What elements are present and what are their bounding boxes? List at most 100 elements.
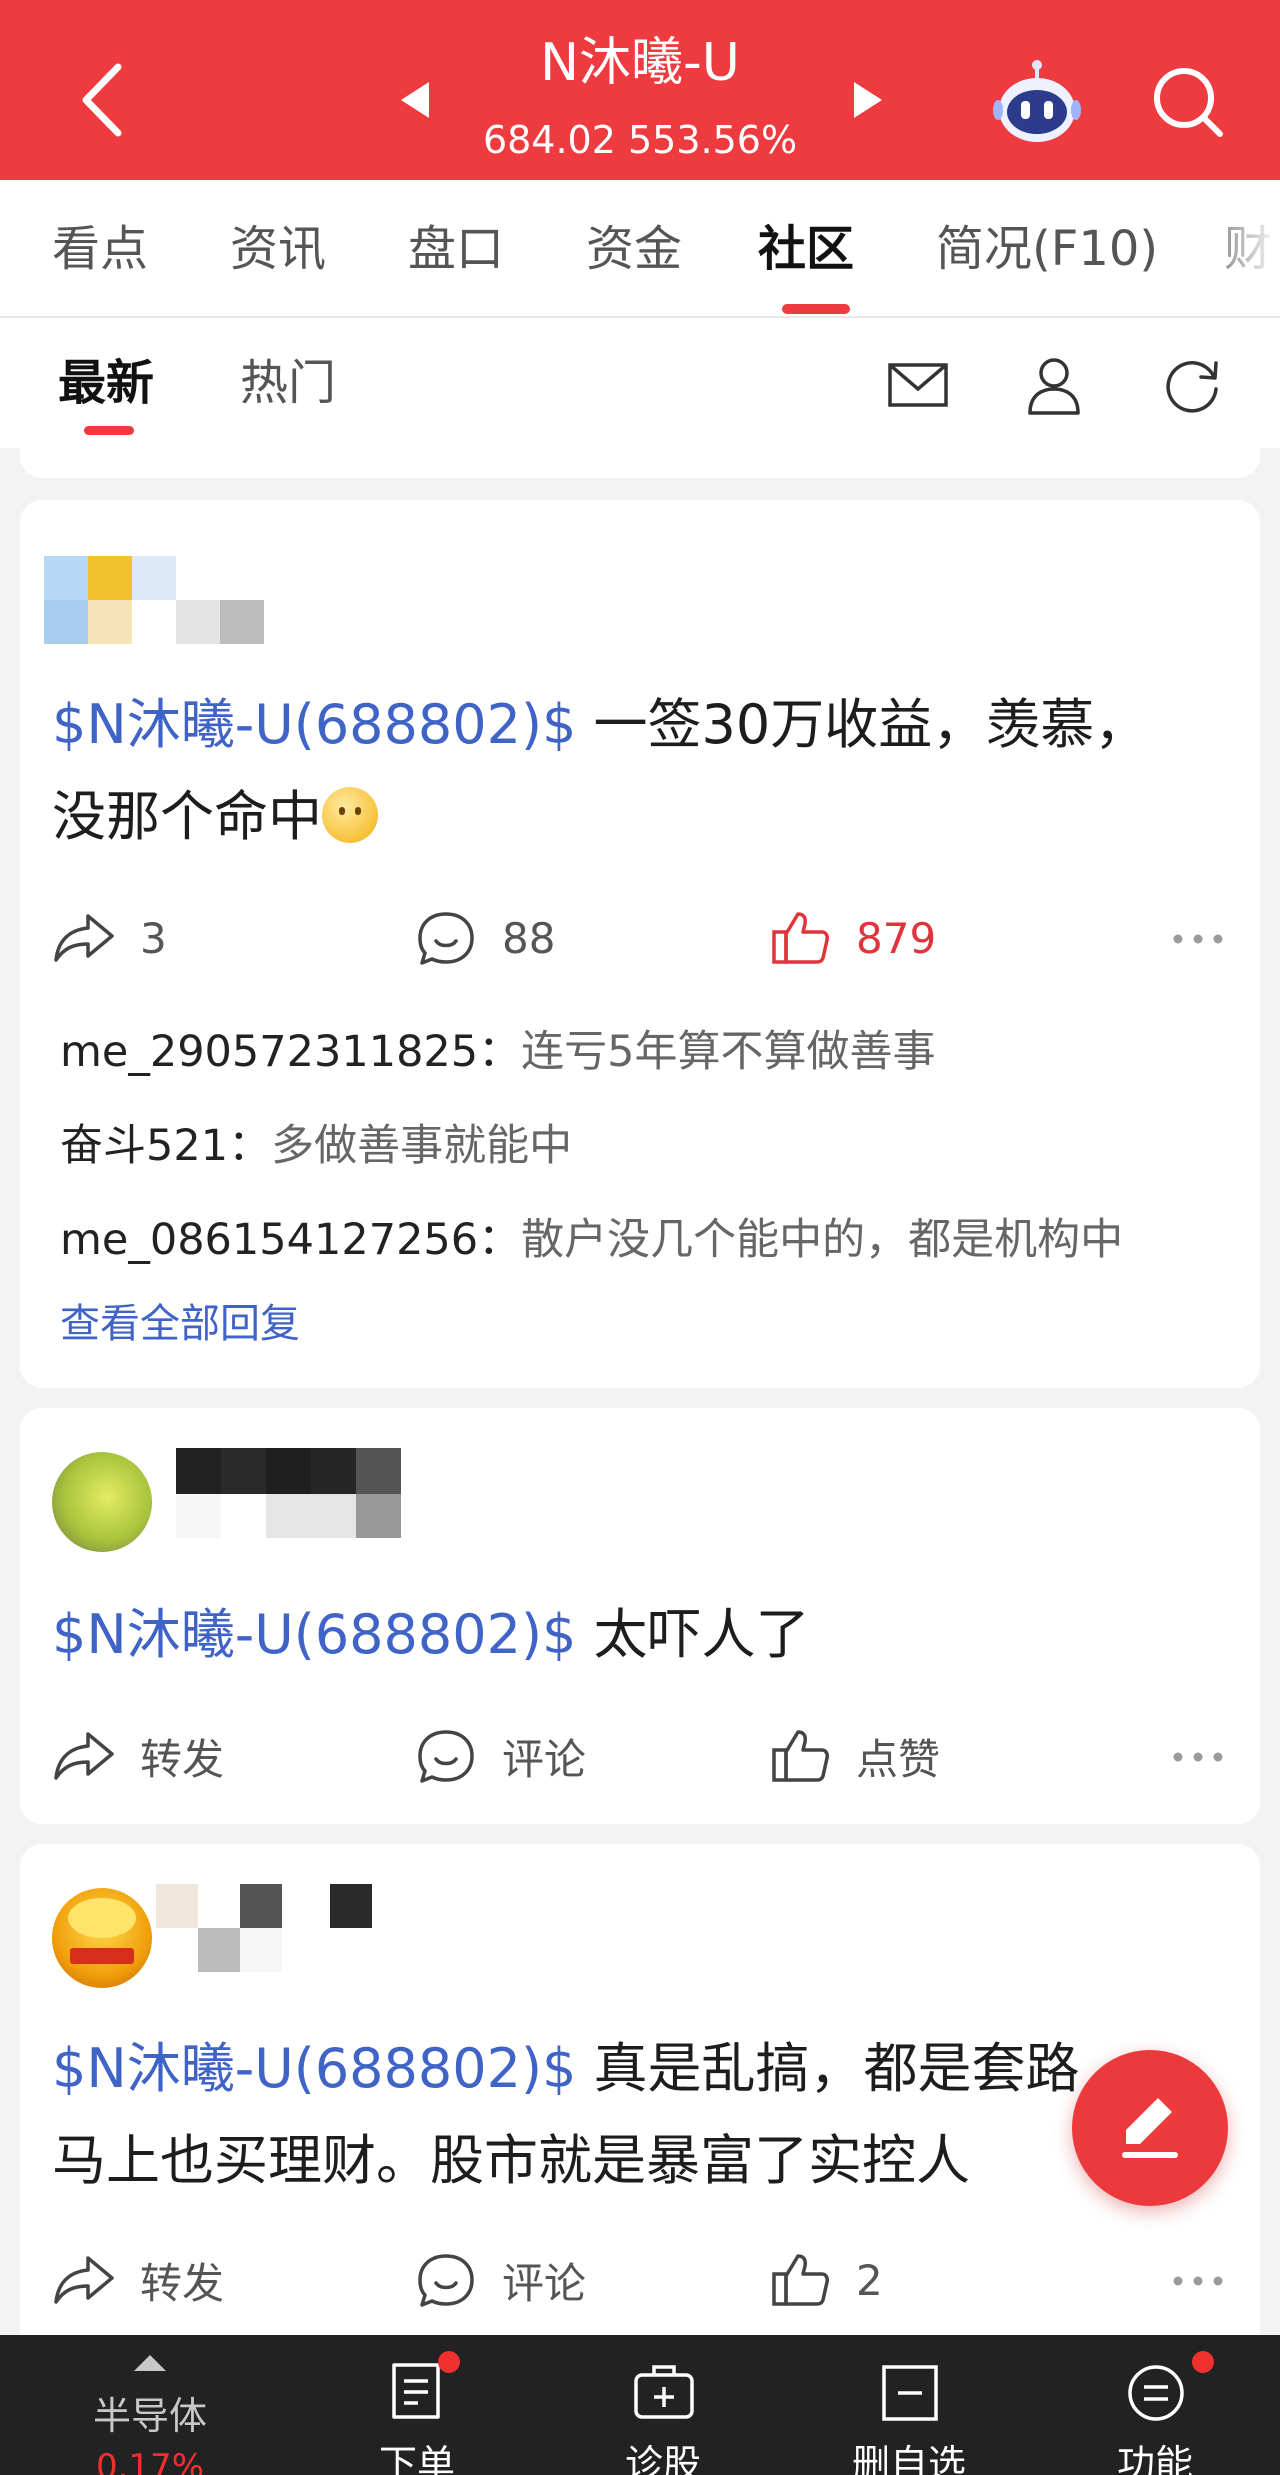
next-stock-button[interactable] (848, 78, 888, 122)
compose-post-button[interactable] (1072, 2050, 1228, 2206)
share-label: 转发 (140, 2258, 225, 2308)
pencil-icon (1122, 2098, 1178, 2158)
share-button[interactable]: 转发 (52, 2250, 224, 2310)
post-content-line2[interactable]: 没那个命中 (52, 772, 1202, 862)
notification-dot (1192, 2351, 1214, 2373)
post-text: 太吓人了 (576, 1603, 810, 1666)
user-icon (1028, 358, 1080, 415)
tab-news[interactable]: 资讯 (230, 218, 326, 280)
share-button[interactable]: 3 (52, 908, 167, 968)
post-text: 一签30万收益，羡慕， (576, 693, 1149, 756)
more-options-button[interactable] (1170, 1742, 1226, 1772)
comment-button[interactable]: 评论 (414, 2250, 586, 2310)
username-blurred (156, 1884, 396, 1976)
like-button[interactable]: 2 (768, 2250, 883, 2310)
tab-kandian[interactable]: 看点 (52, 218, 148, 280)
like-button[interactable]: 879 (768, 908, 936, 968)
remove-watchlist-button[interactable]: 删自选 (834, 2335, 984, 2475)
stock-mention-link[interactable]: $N沐曦-U(688802)$ (52, 1603, 576, 1666)
search-icon (1154, 68, 1223, 137)
stock-price-change: 684.02 553.56% (482, 118, 798, 162)
reply-item[interactable]: me_086154127256：散户没几个能中的，都是机构中 (60, 1210, 1123, 1270)
stock-header: N沐曦-U 684.02 553.56% (0, 0, 1280, 180)
sector-change: 0.17% (95, 2447, 204, 2475)
sector-name: 半导体 (92, 2394, 207, 2438)
menu-circle-icon (1128, 2365, 1184, 2421)
comment-icon (418, 912, 474, 965)
reply-user[interactable]: me_086154127256： (60, 1215, 521, 1265)
reply-item[interactable]: 奋斗521：多做善事就能中 (60, 1116, 572, 1176)
diagnose-stock-button[interactable]: 诊股 (588, 2335, 738, 2475)
comment-label: 评论 (502, 1734, 587, 1784)
post-card[interactable]: $N沐曦-U(688802)$ 一签30万收益，羡慕， 没那个命中 3 88 8… (20, 500, 1260, 1388)
post-card[interactable]: $N沐曦-U(688802)$ 真是乱搞，都是套路 马上也买理财。股市就是暴富了… (20, 1844, 1260, 2364)
tab-funds[interactable]: 资金 (586, 218, 682, 280)
stock-mention-link[interactable]: $N沐曦-U(688802)$ (52, 2037, 576, 2100)
post-content[interactable]: $N沐曦-U(688802)$ 太吓人了 (52, 1590, 1202, 1680)
comment-button[interactable]: 88 (414, 908, 555, 968)
post-text: 马上也买理财。股市就是暴富了实控人 (52, 2129, 970, 2192)
previous-card-bottom (20, 448, 1260, 478)
tab-community[interactable]: 社区 (758, 218, 854, 280)
reply-user[interactable]: 奋斗521： (60, 1121, 271, 1171)
reply-item[interactable]: me_290572311825：连亏5年算不算做善事 (60, 1022, 936, 1082)
share-icon (54, 914, 114, 962)
reply-user[interactable]: me_290572311825： (60, 1027, 521, 1077)
mail-button[interactable] (886, 353, 950, 417)
order-button[interactable]: 下单 (342, 2335, 492, 2475)
more-dots-icon (1173, 2276, 1223, 2286)
share-icon (54, 1732, 114, 1780)
view-all-replies-link[interactable]: 查看全部回复 (60, 1296, 300, 1352)
post-card[interactable]: $N沐曦-U(688802)$ 太吓人了 转发 评论 点赞 (20, 1408, 1260, 1824)
share-button[interactable]: 转发 (52, 1726, 224, 1786)
avatar[interactable] (52, 1888, 152, 1988)
stock-mention-link[interactable]: $N沐曦-U(688802)$ (52, 693, 576, 756)
comment-label: 评论 (502, 2258, 587, 2308)
share-label: 转发 (140, 1734, 225, 1784)
avatar[interactable] (52, 1452, 152, 1552)
post-content[interactable]: $N沐曦-U(688802)$ 真是乱搞，都是套路 (52, 2024, 1202, 2114)
avatar-badge (68, 1898, 136, 1964)
subtab-latest[interactable]: 最新 (58, 352, 154, 414)
tab-orderbook[interactable]: 盘口 (408, 218, 504, 280)
more-dots-icon (1173, 934, 1223, 944)
refresh-icon (1166, 361, 1218, 413)
robot-assistant-button[interactable] (990, 55, 1084, 149)
post-content-line2[interactable]: 马上也买理财。股市就是暴富了实控人 (52, 2116, 1202, 2206)
tab-f10[interactable]: 简况(F10) (936, 218, 1158, 280)
bottom-toolbar: 半导体 0.17% 下单 诊股 删自选 功能 (0, 2335, 1280, 2475)
share-count: 3 (140, 913, 167, 963)
avatar[interactable] (44, 556, 284, 646)
search-button[interactable] (1148, 62, 1228, 142)
post-content[interactable]: $N沐曦-U(688802)$ 一签30万收益，羡慕， (52, 680, 1202, 770)
prev-stock-button[interactable] (395, 78, 435, 122)
reply-text: 连亏5年算不算做善事 (521, 1027, 936, 1077)
stock-name: N沐曦-U (540, 33, 740, 93)
like-label: 点赞 (856, 1734, 941, 1784)
thumbs-up-icon (772, 1730, 829, 1782)
active-tab-indicator (782, 304, 850, 314)
sector-indicator[interactable]: 半导体 0.17% (40, 2335, 260, 2475)
refresh-button[interactable] (1160, 353, 1224, 417)
comment-icon (418, 1730, 474, 1783)
profile-button[interactable] (1022, 353, 1086, 417)
like-button[interactable]: 点赞 (768, 1726, 940, 1786)
more-dots-icon (1173, 1752, 1223, 1762)
back-arrow-icon (82, 63, 122, 137)
back-button[interactable] (70, 55, 140, 145)
more-options-button[interactable] (1170, 924, 1226, 954)
subtab-hot[interactable]: 热门 (240, 352, 336, 414)
mail-icon (888, 363, 948, 407)
prev-stock-icon (401, 82, 429, 118)
smile-emoji-icon (322, 787, 378, 843)
functions-button[interactable]: 功能 (1080, 2335, 1230, 2475)
more-options-button[interactable] (1170, 2266, 1226, 2296)
main-tab-bar: 看点 资讯 盘口 资金 社区 简况(F10) 财 (0, 180, 1280, 318)
share-icon (54, 2256, 114, 2304)
post-text: 真是乱搞，都是套路 (576, 2037, 1080, 2100)
reply-text: 散户没几个能中的，都是机构中 (521, 1215, 1124, 1265)
comment-button[interactable]: 评论 (414, 1726, 586, 1786)
active-subtab-indicator (84, 426, 134, 435)
thumbs-up-icon (772, 2254, 829, 2306)
username-blurred (176, 1448, 436, 1540)
